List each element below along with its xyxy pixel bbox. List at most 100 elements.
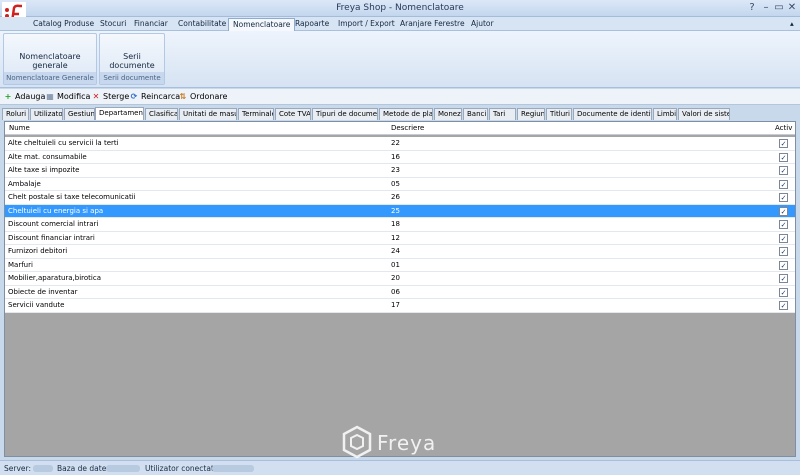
table-row[interactable]: Servicii vandute 17 ✓	[5, 299, 795, 313]
tab-utilizatori[interactable]: Utilizatori	[30, 108, 63, 120]
cell-nume: Discount financiar intrari	[8, 233, 95, 242]
cell-descriere: 06	[391, 287, 400, 296]
ribbon-group-label: Serii documente	[100, 72, 164, 84]
menu-rapoarte[interactable]: Rapoarte	[291, 18, 333, 31]
ribbon-collapse-icon[interactable]: ▴	[786, 18, 798, 31]
delete-button[interactable]: ✕ Sterge	[91, 91, 130, 103]
status-bar: Server: Baza de date: Utilizator conecta…	[0, 460, 800, 475]
menu-import-export[interactable]: Import / Export	[334, 18, 399, 31]
cell-descriere: 24	[391, 247, 400, 255]
cell-descriere: 22	[391, 139, 400, 147]
redacted-user-value	[212, 465, 254, 472]
cell-descriere: 16	[391, 152, 400, 161]
table-row[interactable]: Mobilier,aparatura,birotica 20 ✓	[5, 272, 795, 286]
table-row[interactable]: Chelt postale si taxe telecomunicatii 26…	[5, 191, 795, 205]
cell-nume: Alte taxe si impozite	[8, 166, 80, 174]
activ-checkbox[interactable]: ✓	[779, 247, 788, 256]
tab-roluri[interactable]: Roluri	[2, 108, 29, 120]
order-button[interactable]: ⇅ Ordonare	[178, 91, 228, 103]
tab-gestiuni[interactable]: Gestiuni	[64, 108, 95, 120]
cell-nume: Marfuri	[8, 260, 33, 269]
menu-catalog-produse[interactable]: Catalog Produse	[29, 18, 98, 31]
menu-ajutor[interactable]: Ajutor	[467, 18, 498, 31]
tab-limbi[interactable]: Limbi	[653, 108, 677, 120]
refresh-icon: ⟳	[130, 92, 138, 101]
departments-grid[interactable]: Nume Descriere Activ Alte cheltuieli cu …	[4, 121, 796, 457]
cell-descriere: 25	[391, 206, 400, 215]
activ-checkbox[interactable]: ✓	[779, 287, 788, 297]
ribbon-group-label: Nomenclatoare Generale	[4, 72, 96, 84]
table-row[interactable]: Marfuri 01 ✓	[5, 258, 795, 272]
cell-nume: Ambalaje	[8, 179, 41, 188]
menu-aranjare-ferestre[interactable]: Aranjare Ferestre	[396, 18, 469, 31]
tab-banci[interactable]: Banci	[463, 108, 488, 120]
sort-icon: ⇅	[179, 92, 187, 101]
activ-checkbox[interactable]: ✓	[779, 233, 788, 243]
menu-nomenclatoare[interactable]: Nomenclatoare	[228, 18, 296, 31]
table-row[interactable]: Discount financiar intrari 12 ✓	[5, 231, 795, 245]
tab-monezi[interactable]: Monezi	[434, 108, 462, 120]
tab-terminale[interactable]: Terminale	[238, 108, 274, 120]
freya-watermark: Freya	[342, 425, 462, 461]
add-button[interactable]: + Adauga	[3, 91, 46, 103]
menu-contabilitate[interactable]: Contabilitate	[174, 18, 230, 31]
activ-checkbox[interactable]: ✓	[779, 206, 788, 216]
cell-nume: Cheltuieli cu energia si apa	[8, 206, 104, 215]
table-row[interactable]: Alte cheltuieli cu servicii la terti 22 …	[5, 137, 795, 151]
tab-tari[interactable]: Tari	[489, 108, 516, 120]
activ-checkbox[interactable]: ✓	[779, 166, 788, 175]
cell-descriere: 23	[391, 166, 400, 174]
menu-stocuri[interactable]: Stocuri	[96, 18, 130, 31]
tab-cote-tva[interactable]: Cote TVA	[275, 108, 311, 120]
table-row[interactable]: Alte mat. consumabile 16 ✓	[5, 150, 795, 164]
tab-documente-de-identitate[interactable]: Documente de identitate	[573, 108, 652, 120]
tab-metode-de-plata[interactable]: Metode de plata	[379, 108, 433, 120]
edit-button[interactable]: ▦ Modifica	[45, 91, 90, 103]
menu-financiar[interactable]: Financiar	[130, 18, 172, 31]
title-bar: Freya Shop - Nomenclatoare ? – ▭ ✕	[0, 0, 800, 26]
activ-checkbox[interactable]: ✓	[779, 301, 788, 310]
cell-nume: Alte cheltuieli cu servicii la terti	[8, 139, 119, 147]
activ-checkbox[interactable]: ✓	[779, 260, 788, 270]
table-row[interactable]: Obiecte de inventar 06 ✓	[5, 285, 795, 299]
nomenclatoare-generale-button[interactable]: Nomenclatoare generale	[7, 52, 93, 70]
reload-button[interactable]: ⟳ Reincarca	[129, 91, 181, 103]
cell-nume: Discount comercial intrari	[8, 220, 99, 228]
activ-checkbox[interactable]: ✓	[779, 274, 788, 283]
table-row[interactable]: Ambalaje 05 ✓	[5, 177, 795, 191]
tab-titluri[interactable]: Titluri	[546, 108, 572, 120]
column-header-nume[interactable]: Nume	[9, 124, 30, 132]
cube-logo-icon	[342, 425, 372, 459]
activ-checkbox[interactable]: ✓	[779, 193, 788, 202]
serii-documente-button[interactable]: Serii documente	[103, 52, 161, 70]
tab-valori-de-sistem[interactable]: Valori de sistem	[678, 108, 730, 120]
tab-departamente[interactable]: Departamente	[95, 107, 144, 120]
activ-checkbox[interactable]: ✓	[779, 179, 788, 189]
cell-nume: Mobilier,aparatura,birotica	[8, 274, 101, 282]
tab-strip: Roluri Utilizatori Gestiuni Departamente…	[2, 107, 798, 120]
tab-tipuri-de-documente[interactable]: Tipuri de documente	[312, 108, 378, 120]
status-db-label: Baza de date:	[57, 464, 109, 473]
cell-descriere: 05	[391, 179, 400, 188]
table-row-selected[interactable]: Cheltuieli cu energia si apa 25 ✓	[5, 204, 795, 218]
tab-regiuni[interactable]: Regiuni	[517, 108, 545, 120]
table-row[interactable]: Alte taxe si impozite 23 ✓	[5, 164, 795, 178]
cell-descriere: 17	[391, 301, 400, 309]
redacted-db-value	[106, 465, 140, 472]
plus-icon: +	[4, 92, 12, 101]
table-row[interactable]: Discount comercial intrari 18 ✓	[5, 218, 795, 232]
tab-clasificari[interactable]: Clasificari	[145, 108, 178, 120]
table-row[interactable]: Furnizori debitori 24 ✓	[5, 245, 795, 259]
redacted-server-value	[33, 465, 53, 472]
activ-checkbox[interactable]: ✓	[779, 139, 788, 148]
cell-nume: Alte mat. consumabile	[8, 152, 87, 161]
close-button[interactable]: ✕	[784, 1, 800, 15]
column-header-descriere[interactable]: Descriere	[391, 124, 424, 132]
watermark-text: Freya	[377, 431, 437, 455]
cell-descriere: 26	[391, 193, 400, 201]
cell-descriere: 20	[391, 274, 400, 282]
activ-checkbox[interactable]: ✓	[779, 152, 788, 162]
tab-unitati-de-masura[interactable]: Unitati de masura	[179, 108, 237, 120]
activ-checkbox[interactable]: ✓	[779, 220, 788, 229]
column-header-activ[interactable]: Activ	[775, 124, 792, 132]
